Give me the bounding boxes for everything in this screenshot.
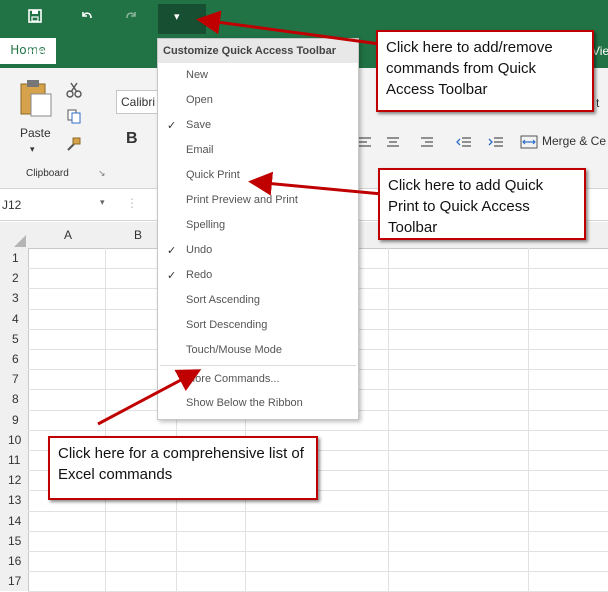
callout-customize-qat: Click here to add/remove commands from Q… — [376, 30, 594, 112]
callout-more-commands: Click here for a comprehensive list of E… — [48, 436, 318, 500]
arrow-to-quick-print — [248, 171, 383, 196]
arrow-to-customize-button — [196, 10, 381, 46]
callout-quick-print: Click here to add Quick Print to Quick A… — [378, 168, 586, 240]
arrow-to-more-commands — [97, 369, 202, 426]
